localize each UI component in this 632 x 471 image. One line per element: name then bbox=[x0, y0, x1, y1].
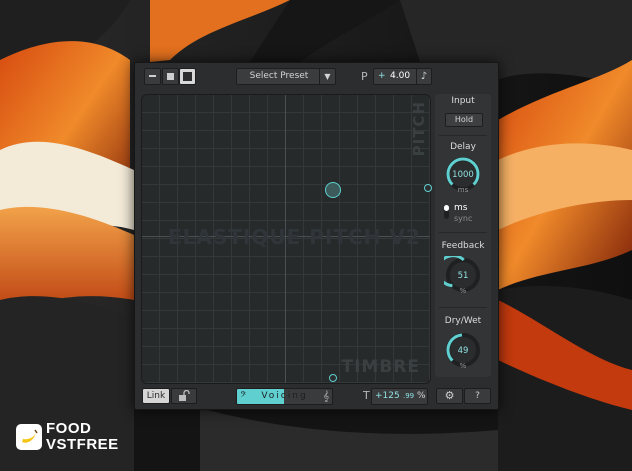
banana-logo-icon bbox=[16, 424, 42, 450]
delay-unit: ms bbox=[457, 186, 469, 194]
delay-mode-ms: ms bbox=[454, 203, 468, 213]
delay-title: Delay bbox=[450, 142, 476, 152]
feedback-value: 51 bbox=[457, 271, 469, 281]
brand-watermark: ELASTIQUE PITCH V2 bbox=[168, 225, 421, 249]
square-icon bbox=[167, 73, 174, 80]
brand-line1: FOOD bbox=[46, 420, 92, 437]
lock-button[interactable] bbox=[171, 388, 197, 404]
settings-button[interactable]: ⚙ bbox=[436, 388, 463, 404]
drywet-value: 49 bbox=[457, 346, 469, 356]
pitch-watermark: PITCH bbox=[410, 101, 428, 157]
gear-icon: ⚙ bbox=[444, 389, 455, 402]
xy-pad[interactable]: PITCH ELASTIQUE PITCH V2 TIMBRE bbox=[141, 94, 431, 384]
delay-mode-sync: sync bbox=[454, 214, 473, 223]
dropdown-arrow-icon: ▼ bbox=[319, 69, 335, 84]
hold-button[interactable]: Hold bbox=[445, 113, 483, 127]
preset-selector[interactable]: Select Preset ▼ bbox=[236, 68, 336, 85]
view-size-small-button[interactable] bbox=[144, 68, 161, 85]
feedback-unit: % bbox=[459, 287, 467, 295]
toggle-knob bbox=[444, 205, 449, 211]
voicing-label: Voicing bbox=[261, 391, 308, 401]
pitch-letter: P bbox=[361, 70, 368, 83]
timbre-decimal: .99 bbox=[403, 392, 415, 400]
view-size-large-button[interactable] bbox=[179, 68, 196, 85]
divider bbox=[439, 232, 487, 233]
plugin-window: Select Preset ▼ P + 4.00 ♪ PITCH ELASTIQ… bbox=[134, 62, 499, 410]
timbre-edge-handle[interactable] bbox=[329, 374, 337, 382]
timbre-unit: % bbox=[417, 391, 426, 401]
feedback-title: Feedback bbox=[441, 241, 485, 251]
drywet-unit: % bbox=[459, 362, 467, 370]
side-panel: Input Hold Delay 1000 ms ms sync Feedbac… bbox=[435, 94, 491, 377]
input-title: Input bbox=[451, 96, 475, 106]
pitch-value-field[interactable]: + 4.00 bbox=[373, 68, 422, 85]
minus-icon bbox=[149, 75, 156, 77]
help-button[interactable]: ? bbox=[464, 388, 491, 404]
hold-label: Hold bbox=[454, 115, 474, 124]
unlock-icon bbox=[179, 389, 190, 401]
link-button[interactable]: Link bbox=[142, 388, 170, 404]
timbre-letter: T bbox=[363, 389, 370, 402]
view-size-medium-button[interactable] bbox=[162, 68, 179, 85]
timbre-watermark: TIMBRE bbox=[341, 357, 420, 377]
delay-value: 1000 bbox=[452, 170, 474, 180]
square-large-icon bbox=[183, 72, 192, 81]
help-label: ? bbox=[475, 391, 480, 401]
treble-clef-icon: 𝄞 bbox=[323, 391, 329, 402]
voicing-slider[interactable]: 𝄢 Voicing 𝄞 bbox=[236, 388, 333, 405]
divider bbox=[439, 307, 487, 308]
pitch-edge-handle[interactable] bbox=[424, 184, 432, 192]
pad-cursor-handle[interactable] bbox=[325, 182, 341, 198]
divider bbox=[439, 135, 487, 136]
link-label: Link bbox=[146, 391, 166, 401]
pitch-value: 4.00 bbox=[390, 71, 411, 81]
preset-label: Select Preset bbox=[249, 71, 309, 81]
timbre-value: +125 bbox=[375, 391, 400, 401]
pitch-sign: + bbox=[378, 71, 386, 81]
delay-mode-toggle[interactable] bbox=[444, 205, 449, 219]
timbre-value-field[interactable]: +125 .99 % bbox=[371, 388, 428, 405]
music-note-icon[interactable]: ♪ bbox=[416, 68, 432, 85]
drywet-title: Dry/Wet bbox=[444, 316, 482, 326]
brand-line2: VSTFREE bbox=[46, 436, 119, 453]
